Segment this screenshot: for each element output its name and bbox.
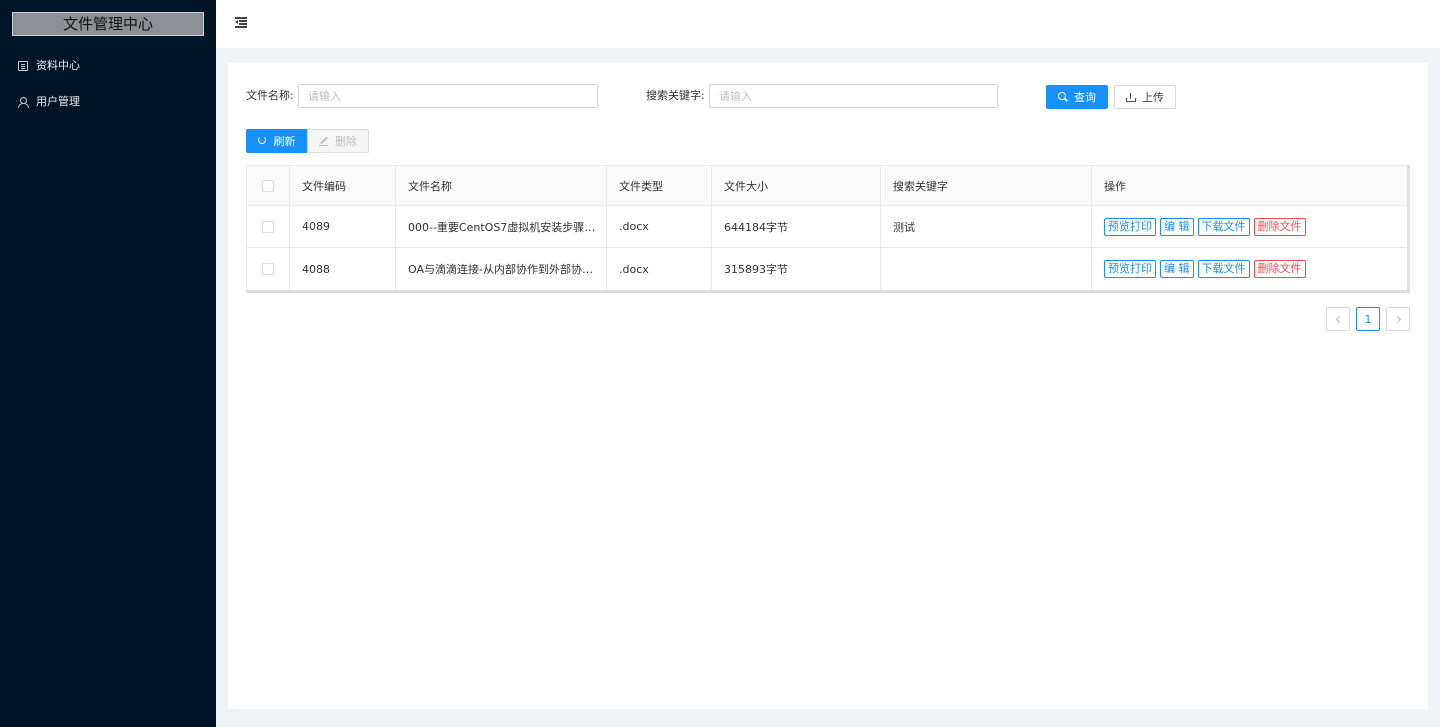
- sidebar-item-label: 用户管理: [36, 95, 80, 108]
- keyword-input[interactable]: [709, 84, 998, 108]
- filename-label: 文件名称:: [246, 89, 294, 102]
- refresh-button[interactable]: 刷新: [246, 129, 307, 153]
- column-header: 操作: [1104, 179, 1126, 193]
- row-checkbox[interactable]: [262, 263, 274, 275]
- cell-keyword: 测试: [881, 206, 1092, 247]
- preview-print-button[interactable]: 预览打印: [1104, 217, 1156, 236]
- upload-button[interactable]: 上传: [1114, 85, 1176, 109]
- row-checkbox[interactable]: [262, 220, 274, 233]
- file-table: 文件编码 文件名称 文件类型 文件大小 搜索关键字 操作 4089 000--重…: [246, 165, 1410, 293]
- query-button[interactable]: 查询: [1046, 85, 1108, 109]
- keyword-label: 搜索关键字:: [646, 89, 705, 102]
- sidebar: 文件管理中心 资料中心 用户管理: [0, 0, 216, 727]
- cell-keyword: [881, 248, 1092, 290]
- chevron-left-icon: [1335, 315, 1343, 323]
- sidebar-item-user-management[interactable]: 用户管理: [0, 87, 216, 117]
- page-number-button[interactable]: 1: [1356, 307, 1380, 331]
- upload-icon: [1126, 92, 1136, 102]
- table-header: 文件编码 文件名称 文件类型 文件大小 搜索关键字 操作: [247, 166, 1407, 206]
- chevron-right-icon: [1393, 315, 1401, 323]
- filename-input[interactable]: [298, 84, 598, 108]
- menu-fold-icon[interactable]: [235, 17, 247, 28]
- column-header: 文件类型: [607, 166, 712, 205]
- search-icon: [1058, 92, 1068, 102]
- table-row: 4089 000--重要CentOS7虚拟机安装步骤.d... .docx 64…: [247, 206, 1407, 248]
- sidebar-item-label: 资料中心: [36, 59, 80, 72]
- cell-code: 4088: [290, 248, 396, 290]
- header: [216, 0, 1440, 48]
- column-header: 文件名称: [396, 166, 607, 205]
- table-row: 4088 OA与滴滴连接-从内部协作到外部协作... .docx 315893字…: [247, 248, 1407, 290]
- next-page-button[interactable]: [1386, 307, 1410, 331]
- cell-type: .docx: [607, 206, 712, 247]
- select-all-checkbox[interactable]: [262, 179, 274, 192]
- delete-file-button[interactable]: 删除文件: [1253, 217, 1306, 236]
- cell-size: 644184字节: [712, 206, 881, 247]
- preview-print-button[interactable]: 预览打印: [1104, 260, 1156, 278]
- download-button[interactable]: 下载文件: [1197, 260, 1250, 278]
- user-icon: [18, 97, 29, 108]
- edit-button[interactable]: 编 辑: [1160, 260, 1194, 278]
- prev-page-button[interactable]: [1326, 307, 1350, 331]
- sidebar-item-data-center[interactable]: 资料中心: [0, 51, 216, 81]
- edit-button[interactable]: 编 辑: [1160, 217, 1194, 236]
- reload-icon: [257, 136, 268, 146]
- column-header: 搜索关键字: [881, 166, 1092, 205]
- column-header: 文件大小: [712, 166, 881, 205]
- download-button[interactable]: 下载文件: [1197, 217, 1250, 236]
- edit-icon: [319, 136, 329, 146]
- main-content: 文件名称: 搜索关键字: 查询 上传 刷新 删除 文件编码 文件名称 文件类型 …: [228, 63, 1428, 709]
- cell-type: .docx: [607, 248, 712, 290]
- cell-name: OA与滴滴连接-从内部协作到外部协作...: [408, 263, 598, 276]
- cell-name: 000--重要CentOS7虚拟机安装步骤.d...: [408, 220, 598, 234]
- app-title: 文件管理中心: [12, 12, 204, 36]
- cell-size: 315893字节: [712, 248, 881, 290]
- book-icon: [18, 61, 28, 71]
- column-header: 文件编码: [290, 166, 396, 205]
- cell-code: 4089: [290, 206, 396, 247]
- delete-button[interactable]: 删除: [307, 129, 369, 153]
- delete-file-button[interactable]: 删除文件: [1253, 260, 1306, 278]
